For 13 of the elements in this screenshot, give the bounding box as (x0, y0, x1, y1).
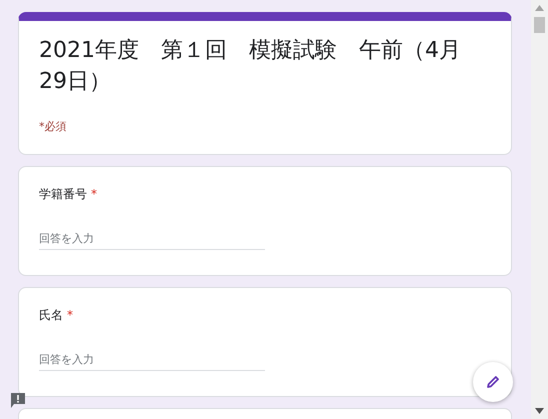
feedback-icon[interactable] (10, 392, 26, 410)
form-title: 2021年度 第１回 模擬試験 午前（4月29日） (39, 37, 462, 96)
required-mark: * (67, 308, 73, 322)
scrollbar-thumb[interactable] (534, 17, 545, 33)
required-mark: * (91, 186, 97, 200)
answer-field[interactable]: 回答を入力 (39, 228, 265, 250)
pencil-icon (486, 375, 500, 389)
scroll-down-arrow-icon[interactable] (535, 408, 544, 414)
question-label: 学籍番号 (39, 186, 87, 200)
required-note: *必須 (39, 119, 68, 135)
answer-field[interactable]: 回答を入力 (39, 350, 265, 371)
question-label: 氏名 (39, 308, 63, 322)
scrollbar[interactable] (531, 0, 548, 419)
